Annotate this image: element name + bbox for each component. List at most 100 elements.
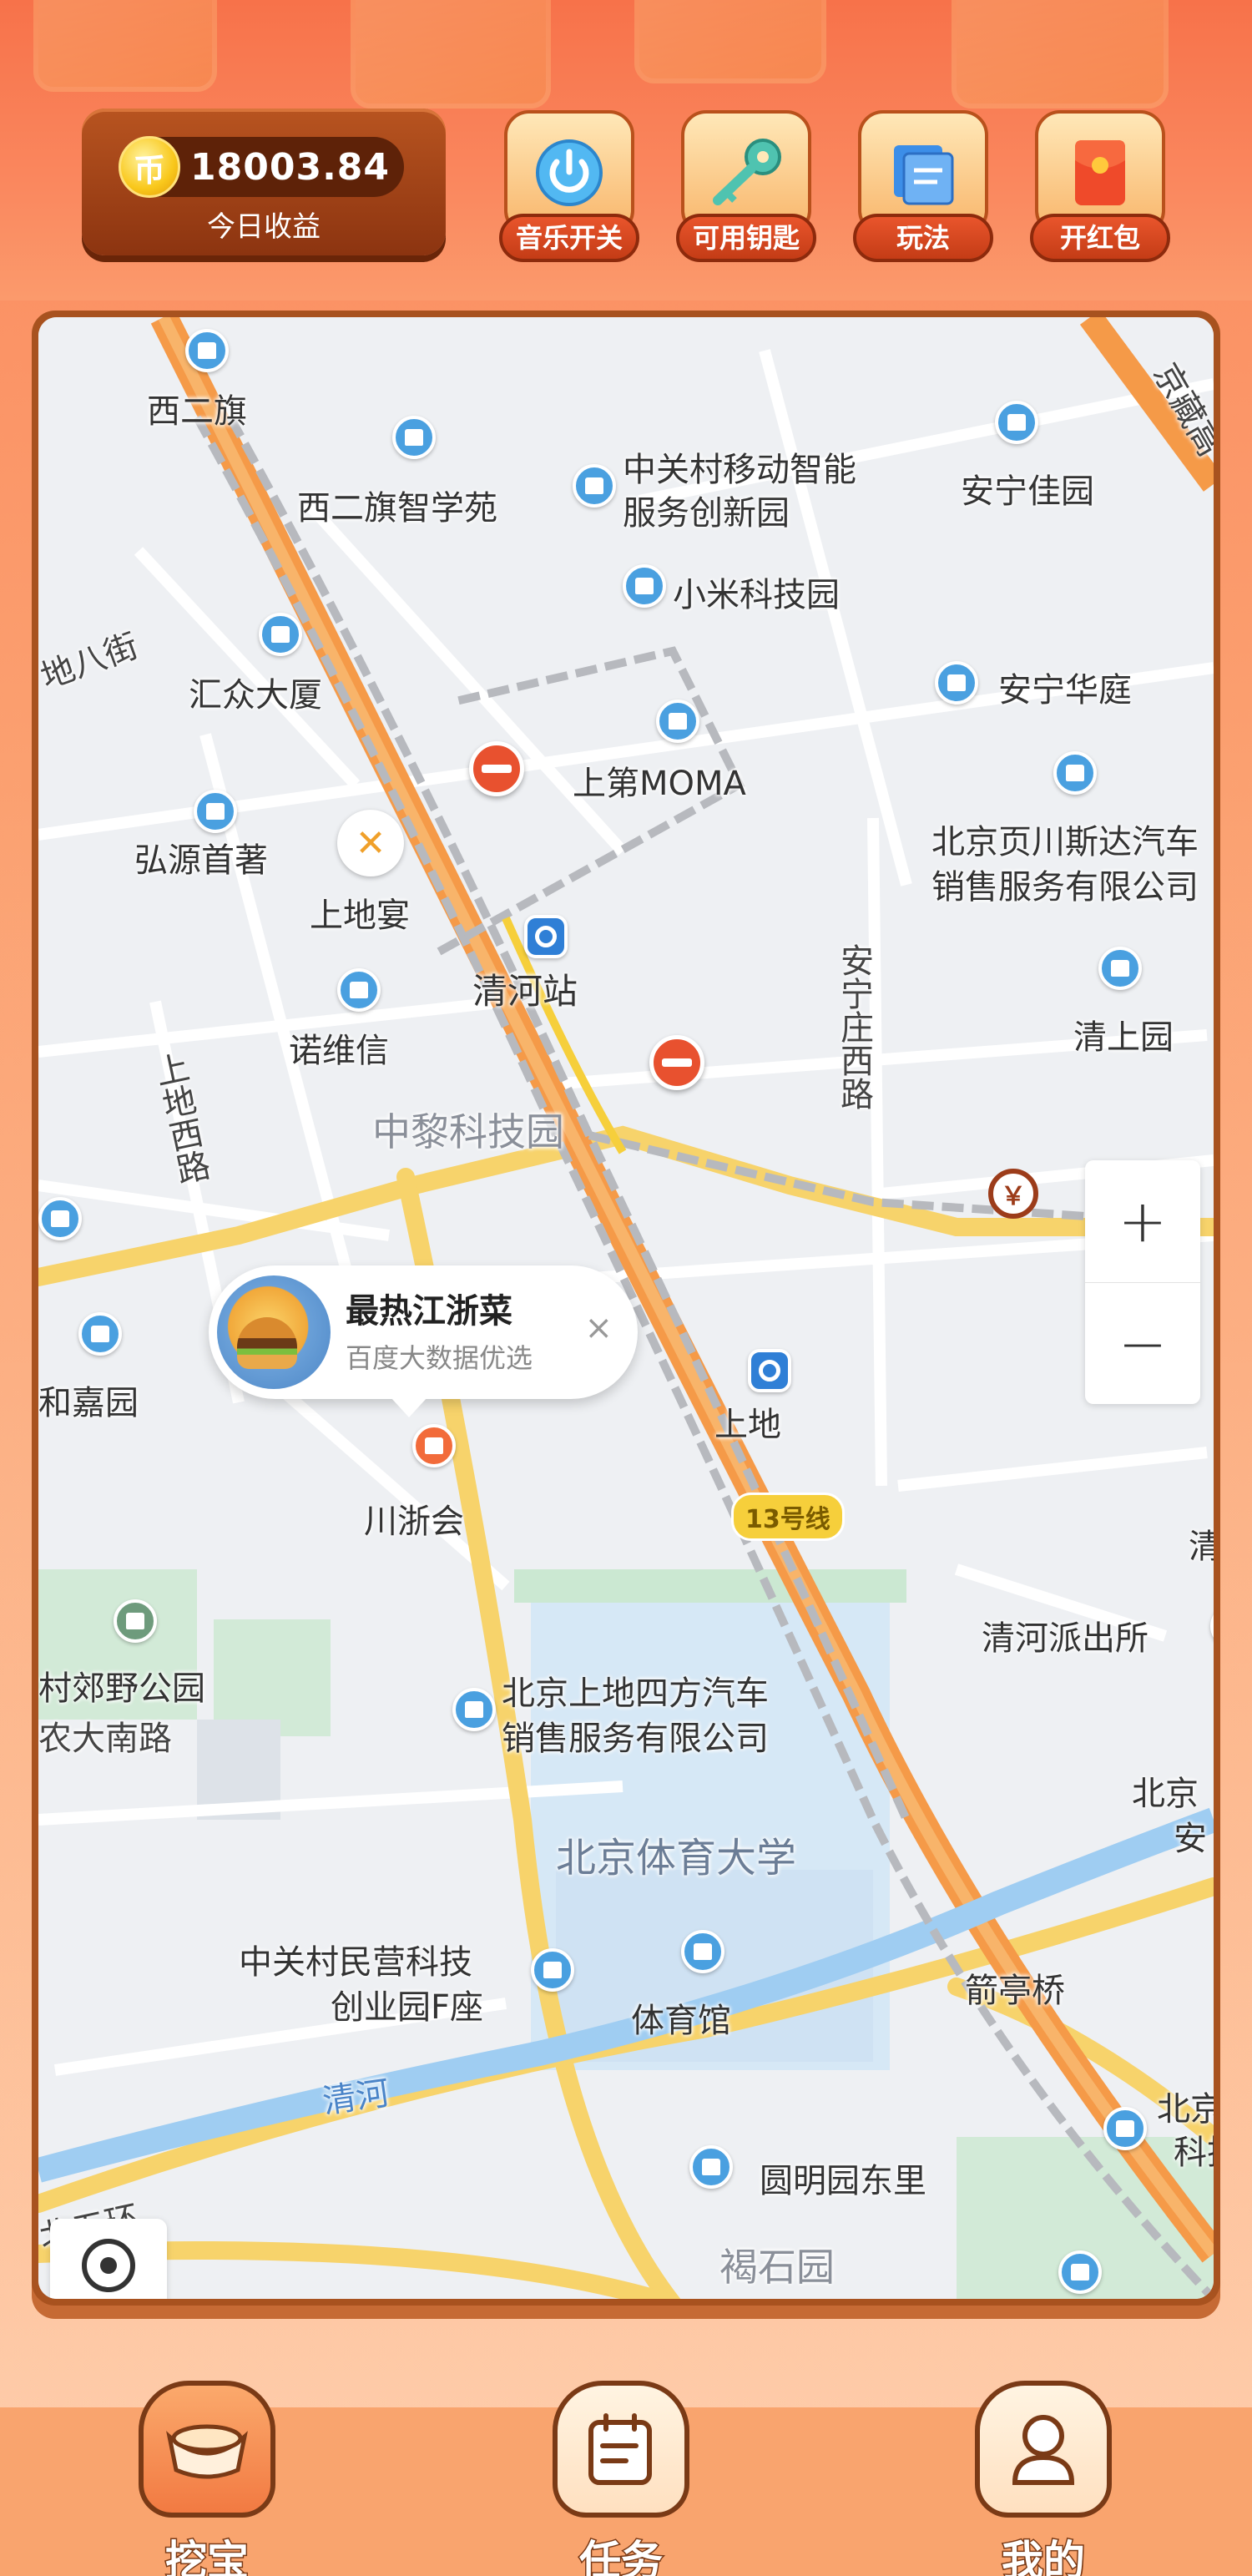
map-label-anning-huating: 安宁华庭 bbox=[998, 671, 1132, 710]
building-poi-icon[interactable] bbox=[1058, 2250, 1102, 2294]
road-closure-icon[interactable] bbox=[469, 741, 524, 796]
map-label-qingshangyuan: 清上园 bbox=[1073, 1018, 1174, 1057]
map-label-beijing-keji-2: 科技 bbox=[1174, 2134, 1214, 2172]
nav-item-dig[interactable]: 挖宝 bbox=[134, 2381, 280, 2576]
ingot-icon bbox=[139, 2381, 275, 2518]
stadium-icon[interactable] bbox=[681, 1930, 724, 1973]
car-dealer-icon[interactable] bbox=[452, 1688, 496, 1731]
music-toggle-button[interactable]: 音乐开关 bbox=[499, 110, 639, 269]
chest-decoration bbox=[634, 0, 826, 83]
map-label-xierqi-zhixueyuan: 西二旗智学苑 bbox=[297, 489, 497, 528]
promo-title: 最热江浙菜 bbox=[346, 1292, 512, 1331]
close-icon[interactable]: × bbox=[584, 1309, 613, 1347]
map-label-yechuansida-1: 北京页川斯达汽车 bbox=[931, 823, 1199, 861]
burger-image bbox=[217, 1275, 331, 1389]
building-poi-icon[interactable] bbox=[259, 613, 302, 656]
nav-item-tasks[interactable]: 任务 bbox=[548, 2381, 694, 2576]
map-label-zgc-mobile-1: 中关村移动智能 bbox=[623, 451, 856, 489]
map-label-hongyuan: 弘源首著 bbox=[134, 841, 268, 880]
building-poi-icon[interactable] bbox=[656, 700, 699, 743]
map-view[interactable]: 西二旗 西二旗智学苑 中关村移动智能 服务创新园 安宁佳园 京藏高 地八街 小米… bbox=[38, 317, 1214, 2299]
zoom-control: + − bbox=[1085, 1160, 1200, 1404]
map-label-nuoweixin: 诺维信 bbox=[289, 1032, 389, 1070]
subway-station-icon[interactable] bbox=[748, 1349, 791, 1392]
promo-bubble[interactable]: 最热江浙菜 百度大数据优选 × bbox=[209, 1265, 638, 1417]
nav-item-mine[interactable]: 我的 bbox=[970, 2381, 1117, 2576]
map-label-yuanmingyuan-east: 圆明园东里 bbox=[760, 2162, 926, 2200]
balance-value: 18003.84 bbox=[190, 145, 391, 189]
restaurant-icon[interactable] bbox=[412, 1424, 456, 1467]
nav-label-tasks: 任务 bbox=[578, 2536, 664, 2576]
map-label-xierqi: 西二旗 bbox=[147, 392, 247, 431]
nav-label-mine: 我的 bbox=[1001, 2536, 1087, 2576]
coin-icon: 币 bbox=[119, 136, 180, 198]
promo-subtitle: 百度大数据优选 bbox=[346, 1342, 533, 1374]
building-poi-icon[interactable] bbox=[194, 790, 237, 833]
building-poi-icon[interactable] bbox=[392, 416, 436, 459]
available-keys-button[interactable]: 可用钥匙 bbox=[676, 110, 816, 269]
map-label-nongda-south: 农大南路 bbox=[38, 1720, 172, 1758]
map-label-zgc-private-2: 创业园F座 bbox=[331, 1988, 484, 2027]
zoom-in-button[interactable]: + bbox=[1085, 1160, 1200, 1282]
building-poi-icon[interactable] bbox=[337, 968, 381, 1012]
map-label-gym: 体育馆 bbox=[631, 2002, 731, 2040]
how-to-play-label: 玩法 bbox=[853, 214, 993, 262]
map-label-xiaomi: 小米科技园 bbox=[673, 576, 840, 614]
map-label-qinghe-station: 清河站 bbox=[472, 971, 578, 1012]
balance-card: 币 18003.84 今日收益 bbox=[82, 109, 446, 255]
map-frame: 西二旗 西二旗智学苑 中关村移动智能 服务创新园 安宁佳园 京藏高 地八街 小米… bbox=[32, 311, 1220, 2306]
map-label-qinghe-river: 清河 bbox=[320, 2073, 392, 2122]
map-label-shangdiyan: 上地宴 bbox=[310, 897, 410, 935]
building-poi-icon[interactable] bbox=[1098, 947, 1142, 990]
chest-decoration bbox=[33, 0, 217, 92]
open-red-envelope-label: 开红包 bbox=[1030, 214, 1170, 262]
fork-knife-icon[interactable]: ✕ bbox=[337, 810, 404, 876]
task-icon bbox=[553, 2381, 689, 2518]
map-label-shangdi-moma: 上第MOMA bbox=[573, 765, 746, 803]
park-icon[interactable] bbox=[114, 1599, 157, 1643]
building-poi-icon[interactable] bbox=[1103, 2107, 1147, 2150]
map-label-yechuansida-2: 销售服务有限公司 bbox=[931, 868, 1199, 907]
balance-label: 今日收益 bbox=[207, 210, 321, 244]
user-icon bbox=[975, 2381, 1112, 2518]
map-label-sifang-1: 北京上地四方汽车 bbox=[502, 1674, 769, 1713]
subway-transfer-icon[interactable] bbox=[185, 329, 229, 372]
car-dealer-icon[interactable] bbox=[1053, 751, 1097, 795]
building-poi-icon[interactable] bbox=[78, 1312, 122, 1356]
building-poi-icon[interactable] bbox=[623, 564, 666, 608]
locate-button[interactable] bbox=[50, 2219, 167, 2299]
map-label-anning-jiayuan: 安宁佳园 bbox=[961, 472, 1094, 511]
bottom-nav: 挖宝 任务 我的 bbox=[0, 2337, 1252, 2576]
subway-station-icon[interactable] bbox=[524, 915, 568, 958]
map-label-beijing-edge-1: 北京 bbox=[1132, 1775, 1199, 1813]
chest-decoration bbox=[952, 0, 1169, 109]
map-label-zgc-private-1: 中关村民营科技 bbox=[239, 1943, 472, 1982]
how-to-play-button[interactable]: 玩法 bbox=[853, 110, 993, 269]
map-label-zgc-mobile-2: 服务创新园 bbox=[623, 494, 790, 533]
map-label-qing-edge: 清 bbox=[1189, 1528, 1214, 1566]
map-label-hejiayuan: 和嘉园 bbox=[38, 1384, 139, 1422]
map-label-chuanzhehui: 川浙会 bbox=[364, 1503, 464, 1541]
header: 币 18003.84 今日收益 音乐开关 可用钥匙 玩法 开红包 bbox=[0, 0, 1252, 301]
open-red-envelope-button[interactable]: 开红包 bbox=[1030, 110, 1170, 269]
music-toggle-label: 音乐开关 bbox=[499, 214, 639, 262]
chest-decoration bbox=[351, 0, 551, 109]
balance-pill: 币 18003.84 bbox=[119, 136, 404, 198]
zoom-out-button[interactable]: − bbox=[1085, 1282, 1200, 1404]
building-poi-icon[interactable] bbox=[935, 661, 978, 705]
map-label-zhongli: 中黎科技园 bbox=[372, 1109, 564, 1154]
subway-line-13-badge: 13号线 bbox=[731, 1493, 845, 1541]
building-poi-icon[interactable] bbox=[531, 1948, 574, 1992]
map-label-beijing-edge-2: 安 bbox=[1174, 1820, 1207, 1858]
map-label-shangdi-station: 上地 bbox=[714, 1406, 781, 1444]
map-label-huizhong: 汇众大厦 bbox=[189, 676, 322, 715]
building-poi-icon[interactable] bbox=[573, 464, 616, 508]
road-closure-icon[interactable] bbox=[649, 1035, 704, 1090]
bank-icon[interactable]: ￥ bbox=[988, 1169, 1038, 1219]
available-keys-label: 可用钥匙 bbox=[676, 214, 816, 262]
nav-label-dig: 挖宝 bbox=[164, 2536, 250, 2576]
building-poi-icon[interactable] bbox=[995, 401, 1038, 444]
building-poi-icon[interactable] bbox=[38, 1197, 82, 1240]
residential-poi-icon[interactable] bbox=[689, 2145, 733, 2189]
map-label-jiantingqiao: 箭亭桥 bbox=[965, 1972, 1065, 2010]
